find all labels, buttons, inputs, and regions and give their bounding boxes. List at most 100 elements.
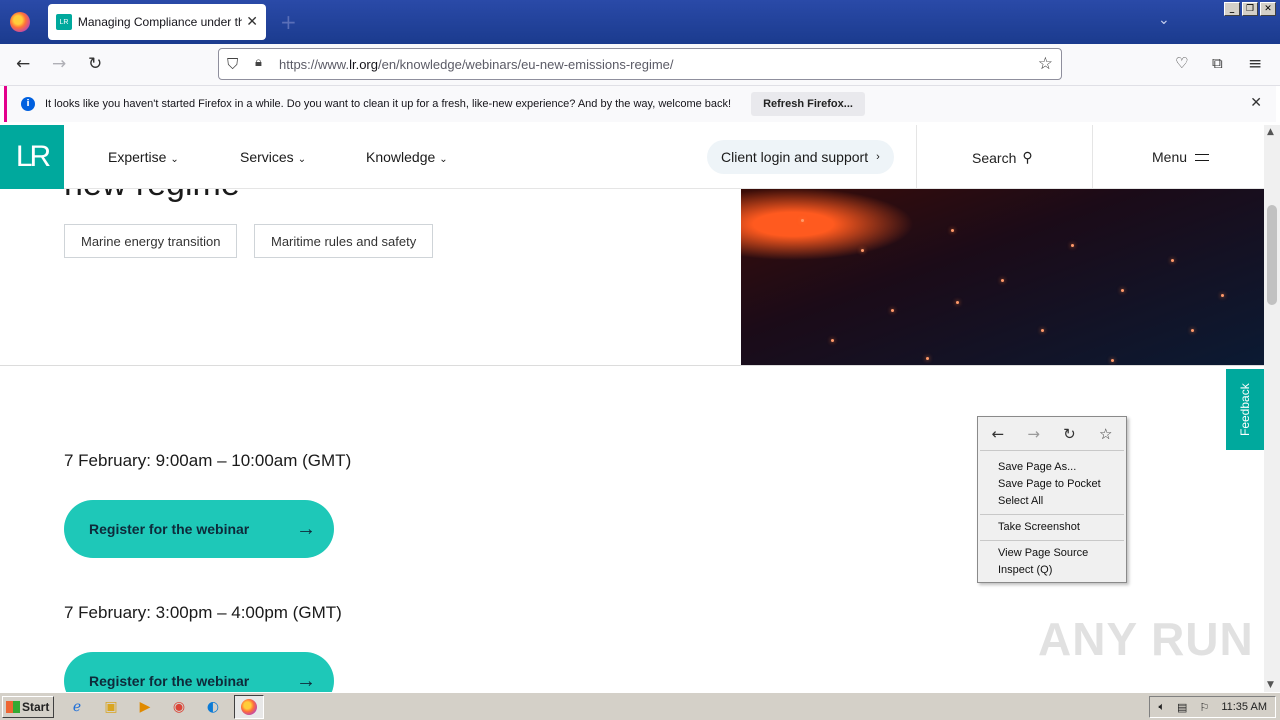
nav-knowledge[interactable]: Knowledge ⌄ [366,149,448,165]
firefox-icon [241,698,257,715]
arrow-right-icon: → [296,517,316,540]
site-header: LR Expertise ⌄ Services ⌄ Knowledge ⌄ Clien… [0,125,1264,189]
tag-marine-energy-transition[interactable]: Marine energy transition [64,224,238,258]
close-tab-icon[interactable]: ✕ [246,14,258,30]
lr-favicon-icon: LR [56,14,72,30]
menu-separator [980,514,1124,515]
bookmark-star-icon[interactable]: ☆ [1038,54,1053,74]
back-arrow-icon[interactable]: ← [992,425,1005,443]
taskbar: Start ℯ ▣ ▶ ◉ ◐ 🔈︎ ▤ ⚐ 11:35 AM [0,692,1280,720]
menu-item-select-all[interactable]: Select All [978,493,1126,510]
context-nav-row: ← → ↻ ☆ [980,417,1124,451]
info-icon: i [21,97,35,111]
back-arrow-icon[interactable]: ← [16,54,30,74]
nav-services-label: Services [240,149,294,165]
windows-flag-icon [6,700,20,713]
hero-image [741,189,1264,365]
start-label: Start [22,699,50,714]
chrome-icon[interactable]: ◉ [168,696,190,718]
firefox-taskbar-icon[interactable] [234,694,264,719]
scroll-up-icon[interactable]: ▲ [1267,127,1274,137]
shield-icon[interactable]: ⛉ [227,55,238,73]
forward-arrow-icon[interactable]: → [52,54,66,74]
forward-arrow-icon[interactable]: → [1027,425,1040,443]
page-viewport: LR Expertise ⌄ Services ⌄ Knowledge ⌄ Clien… [0,125,1264,692]
firefox-icon[interactable] [10,12,30,32]
hamburger-menu-icon[interactable]: ≡ [1248,54,1262,74]
chevron-down-icon: ⌄ [439,154,448,165]
start-button[interactable]: Start [2,695,54,718]
minimize-icon[interactable]: _ [1224,2,1240,16]
pocket-icon[interactable]: ♡ [1175,54,1188,72]
client-login-button[interactable]: Client login and support › [707,140,894,174]
nav-expertise-label: Expertise [108,149,167,165]
register-label: Register for the webinar [89,521,250,537]
reload-icon[interactable]: ↻ [1063,425,1076,443]
nav-expertise[interactable]: Expertise ⌄ [108,149,179,165]
notification-text: It looks like you haven't started Firefo… [45,98,732,110]
context-menu: ← → ↻ ☆ Save Page As... Save Page to Poc… [977,416,1127,583]
flag-icon[interactable]: ⚐ [1199,701,1209,714]
scroll-thumb[interactable] [1267,205,1277,305]
menu-item-view-page-source[interactable]: View Page Source [978,545,1126,562]
new-tab-icon[interactable]: + [280,10,297,34]
url-prefix: https://www. [279,57,350,72]
tab-title: Managing Compliance under the EU [77,15,243,29]
extensions-icon[interactable]: ⧉ [1212,54,1223,72]
refresh-firefox-button[interactable]: Refresh Firefox... [751,92,865,116]
lock-icon[interactable]: 🔒︎ [255,55,262,70]
register-label: Register for the webinar [89,673,250,689]
page-scrollbar[interactable]: ▲ ▼ [1264,125,1280,692]
close-icon[interactable]: ✕ [1250,95,1262,111]
menu-item-inspect[interactable]: Inspect (Q) [978,562,1126,579]
url-path: /en/knowledge/webinars/eu-new-emissions-… [377,57,674,72]
media-player-icon[interactable]: ▶ [134,696,156,718]
chevron-right-icon: › [876,151,880,163]
url-text[interactable]: https://www.lr.org/en/knowledge/webinars… [279,57,674,72]
session-time: 7 February: 9:00am – 10:00am (GMT) [64,451,352,470]
network-icon[interactable]: ▤ [1177,701,1187,714]
tag-maritime-rules-and-safety[interactable]: Maritime rules and safety [254,224,434,258]
hamburger-icon [1195,153,1210,161]
chevron-down-icon: ⌄ [170,154,179,165]
menu-separator [980,540,1124,541]
menu-item-save-to-pocket[interactable]: Save Page to Pocket [978,476,1126,493]
reload-icon[interactable]: ↻ [88,54,102,74]
search-icon: ⚲ [1022,149,1033,165]
header-divider [1092,125,1093,189]
bookmark-star-icon[interactable]: ☆ [1099,425,1112,443]
session-time: 7 February: 3:00pm – 4:00pm (GMT) [64,603,342,622]
clock: 11:35 AM [1221,701,1267,713]
menu-label: Menu [1152,149,1188,165]
lr-logo[interactable]: LR [0,125,64,189]
nav-knowledge-label: Knowledge [366,149,436,165]
nav-services[interactable]: Services ⌄ [240,149,306,165]
menu-item-take-screenshot[interactable]: Take Screenshot [978,519,1126,536]
chevron-down-icon[interactable]: ⌄ [1158,12,1170,28]
edge-icon[interactable]: ◐ [202,696,224,718]
arrow-right-icon: → [296,669,316,692]
address-bar[interactable]: ⛉ 🔒︎ https://www.lr.org/en/knowledge/web… [218,48,1062,80]
anyrun-watermark: ANY RUN [1038,613,1254,665]
navigation-toolbar: ← → ↻ ⛉ 🔒︎ https://www.lr.org/en/knowled… [0,44,1280,86]
chevron-down-icon: ⌄ [297,154,307,165]
search-button[interactable]: Search ⚲ [972,149,1033,166]
volume-icon[interactable]: 🔈︎ [1158,701,1165,714]
internet-explorer-icon[interactable]: ℯ [66,696,88,718]
menu-item-save-page-as[interactable]: Save Page As... [978,459,1126,476]
header-divider [916,125,917,189]
folder-icon[interactable]: ▣ [100,696,122,718]
register-webinar-button[interactable]: Register for the webinar → [64,652,334,692]
section-divider [0,365,1264,366]
url-host: lr.org [349,57,378,72]
feedback-tab[interactable]: Feedback [1226,369,1264,450]
window-controls: _ ❐ ✕ [1224,2,1276,16]
register-webinar-button[interactable]: Register for the webinar → [64,500,334,558]
client-login-label: Client login and support [721,149,869,165]
restore-icon[interactable]: ❐ [1242,2,1258,16]
close-window-icon[interactable]: ✕ [1260,2,1276,16]
browser-tab[interactable]: LR Managing Compliance under the EU ✕ [48,4,266,40]
scroll-down-icon[interactable]: ▼ [1267,680,1274,690]
tab-strip: LR Managing Compliance under the EU ✕ + … [0,0,1280,44]
menu-button[interactable]: Menu [1152,149,1210,165]
